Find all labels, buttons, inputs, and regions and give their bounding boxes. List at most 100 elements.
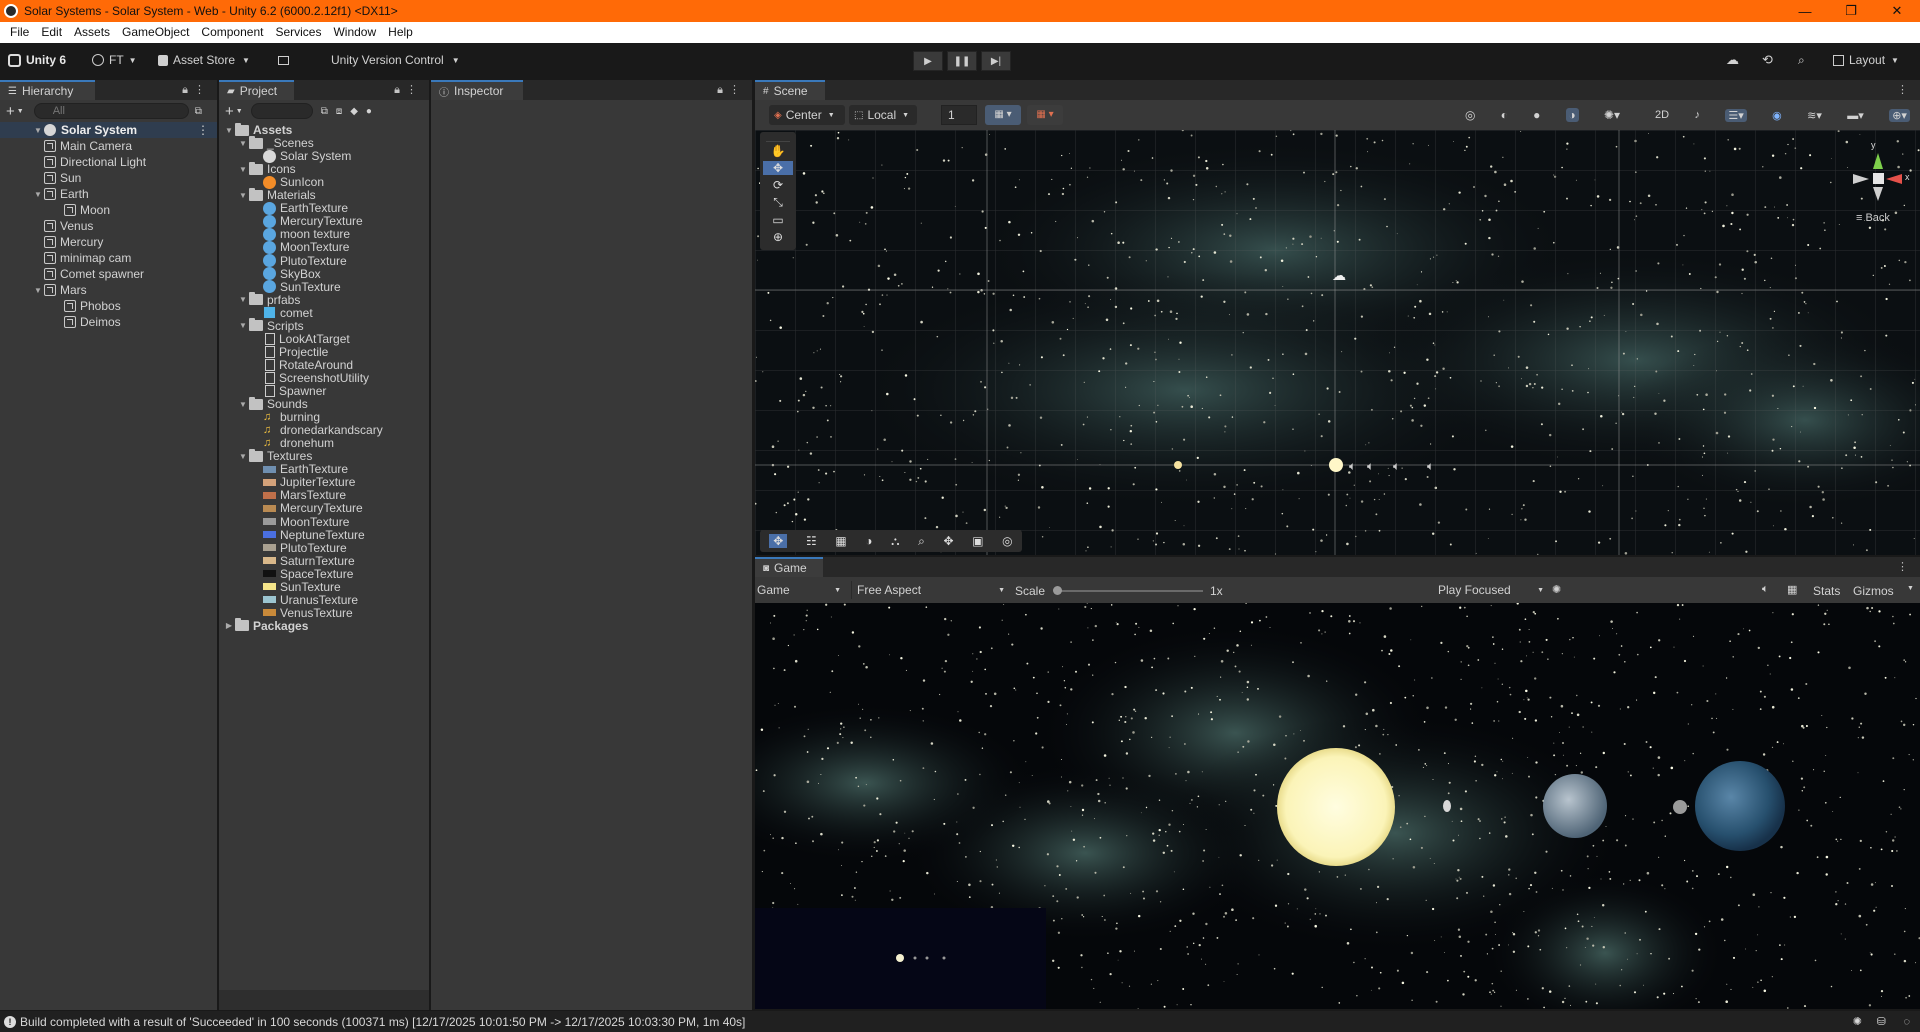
hierarchy-item[interactable]: Phobos	[0, 298, 121, 314]
layers-icon[interactable]: ≋▾	[1807, 109, 1822, 122]
chevron-down-icon[interactable]: ▼	[236, 108, 243, 115]
menu-gameobject[interactable]: GameObject	[116, 22, 195, 43]
chevron-down-icon[interactable]: ▼	[1907, 585, 1914, 592]
tab-scene[interactable]: # Scene	[755, 80, 825, 100]
transform-tool-icon[interactable]: ⊕	[773, 230, 783, 244]
gizmos-icon[interactable]: ⊕▾	[1889, 108, 1910, 122]
tab-inspector[interactable]: ⓘ Inspector	[431, 80, 523, 100]
scene-tab-options[interactable]: ⋮	[1897, 83, 1914, 96]
hierarchy-item[interactable]: Sun	[0, 170, 81, 186]
hierarchy-item[interactable]: Moon	[0, 202, 110, 218]
project-item[interactable]: ▶ Packages	[219, 618, 308, 634]
hierarchy-item[interactable]: minimap cam	[0, 250, 131, 266]
orientation-icon[interactable]: ◎	[1002, 534, 1012, 548]
neg-y-axis-cone-icon[interactable]	[1873, 187, 1883, 201]
camera-settings-icon[interactable]: ▬▾	[1847, 109, 1864, 122]
audio-source-gizmo-icon[interactable]: 🔈︎	[1393, 459, 1400, 473]
wireframe-icon[interactable]: ◎	[1465, 108, 1475, 122]
audio-source-gizmo-icon[interactable]: 🔈︎	[1349, 459, 1356, 473]
rotate-tool-icon[interactable]: ⟳	[773, 178, 783, 192]
close-button[interactable]: ✕	[1874, 0, 1920, 22]
scene-visibility-icon[interactable]: ⧉	[195, 106, 202, 117]
hierarchy-item[interactable]: ▼ Earth	[0, 186, 89, 202]
pivot-dropdown[interactable]: ◈ Center ▼	[769, 105, 845, 125]
mute-audio-icon[interactable]: 🔈︎	[1762, 583, 1769, 596]
hierarchy-item[interactable]: Mercury	[0, 234, 103, 250]
audio-toggle-icon[interactable]: ♪	[1694, 109, 1700, 121]
hierarchy-item[interactable]: Deimos	[0, 314, 121, 330]
orientation-gizmo[interactable]: y x ≡ Back	[1830, 135, 1915, 235]
scene-viewport[interactable]: ☁ 🔈︎ 🔈︎ 🔈︎ 🔈︎ ✋ ✥ ⟳ ⤡ ▭ ⊕ ✥ ☷ ▦ ◑ ⛬ ⌕ ✥ …	[755, 130, 1920, 555]
version-control-dropdown[interactable]: Unity Version Control ▼	[331, 49, 476, 71]
expand-arrow-icon[interactable]: ▼	[32, 286, 44, 295]
hierarchy-item[interactable]: Directional Light	[0, 154, 146, 170]
lighting-icon[interactable]: ◑	[865, 534, 872, 548]
rect-tool-icon[interactable]: ▭	[772, 213, 783, 227]
progress-icon[interactable]: ◌	[1903, 1016, 1910, 1028]
stats-button[interactable]: Stats	[1813, 584, 1840, 598]
grid-snap-input[interactable]: 1	[941, 105, 977, 125]
pivot-move-icon[interactable]: ✥	[944, 534, 954, 548]
snap-settings-button[interactable]: ▦ ▾	[1027, 105, 1063, 125]
expand-arrow-icon[interactable]: ▼	[237, 452, 249, 461]
neg-x-axis-cone-icon[interactable]	[1853, 174, 1869, 184]
effects-icon[interactable]: ☰▾	[1725, 108, 1747, 122]
hierarchy-tab-options[interactable]: 🔒︎⋮	[182, 83, 211, 97]
camera-gizmo-icon[interactable]: ☁	[1332, 268, 1346, 284]
add-icon[interactable]: +	[225, 103, 234, 120]
game-tab-options[interactable]: ⋮	[1897, 560, 1914, 573]
add-icon[interactable]: +	[6, 103, 15, 120]
pause-button[interactable]: ❚❚	[947, 51, 977, 71]
light-toggle-icon[interactable]: ✺▾	[1604, 108, 1620, 122]
camera-preview-icon[interactable]: ▣	[972, 534, 983, 548]
package-manager-button[interactable]	[278, 49, 292, 71]
hand-tool-icon[interactable]: ✋	[771, 144, 786, 158]
hierarchy-item[interactable]: ▼ Mars	[0, 282, 87, 298]
debug-icon[interactable]: ✺	[1853, 1015, 1862, 1028]
chevron-down-icon[interactable]: ▼	[17, 108, 24, 115]
zoom-icon[interactable]: ⌕	[918, 534, 925, 549]
shaded-wireframe-icon[interactable]: ◐	[1501, 108, 1508, 122]
sun-gizmo[interactable]	[1329, 458, 1343, 472]
menu-window[interactable]: Window	[327, 22, 382, 43]
grid-visibility-button[interactable]: ▦ ▾	[985, 105, 1021, 125]
expand-arrow-icon[interactable]: ▼	[223, 126, 235, 135]
y-axis-cone-icon[interactable]	[1873, 153, 1883, 169]
expand-arrow-icon[interactable]: ▼	[237, 295, 249, 304]
visibility-icon[interactable]: ◉	[1772, 109, 1782, 122]
scale-slider-handle[interactable]	[1053, 586, 1062, 595]
account-dropdown[interactable]: FT ▼	[92, 49, 142, 71]
hierarchy-item[interactable]: Comet spawner	[0, 266, 144, 282]
bake-icon[interactable]: ⛁	[1877, 1015, 1886, 1028]
expand-arrow-icon[interactable]: ▼	[32, 126, 44, 135]
hierarchy-root-row[interactable]: ▼ Solar System ⋮	[0, 122, 217, 138]
keyboard-icon[interactable]: ▦	[1787, 583, 1797, 596]
filter-type-icon[interactable]: ⧉	[321, 106, 328, 117]
project-tab-options[interactable]: 🔒︎⋮	[394, 83, 423, 97]
menu-file[interactable]: File	[4, 22, 35, 43]
move-icon[interactable]: ✥	[769, 534, 788, 548]
lit-icon[interactable]: ◑	[1565, 108, 1579, 122]
hierarchy-search-input[interactable]	[33, 103, 189, 119]
audio-source-gizmo-icon[interactable]: 🔈︎	[1427, 459, 1434, 473]
tag-icon[interactable]: ◆	[350, 106, 358, 117]
expand-arrow-icon[interactable]: ▼	[237, 165, 249, 174]
overlay-handle[interactable]	[766, 132, 790, 142]
expand-arrow-icon[interactable]: ▼	[237, 139, 249, 148]
project-search-input[interactable]	[250, 103, 313, 119]
menu-services[interactable]: Services	[269, 22, 327, 43]
menu-help[interactable]: Help	[382, 22, 419, 43]
space-dropdown[interactable]: ⬚ Local ▼	[849, 105, 917, 125]
shaded-icon[interactable]: ●	[1533, 108, 1540, 122]
tab-hierarchy[interactable]: ☰ Hierarchy	[0, 80, 95, 100]
minimize-button[interactable]: —	[1782, 0, 1828, 22]
gizmos-button[interactable]: Gizmos	[1853, 584, 1894, 598]
expand-arrow-icon[interactable]: ▼	[237, 400, 249, 409]
layout-dropdown[interactable]: Layout ▼	[1833, 49, 1909, 71]
play-button[interactable]: ▶	[913, 51, 943, 71]
audio-source-gizmo-icon[interactable]: 🔈︎	[1367, 459, 1374, 473]
hierarchy-item[interactable]: Venus	[0, 218, 93, 234]
aspect-dropdown[interactable]: Free Aspect ▼	[851, 581, 1009, 599]
filter-label-icon[interactable]: ⧈	[336, 106, 342, 117]
expand-arrow-icon[interactable]: ▶	[223, 621, 235, 630]
